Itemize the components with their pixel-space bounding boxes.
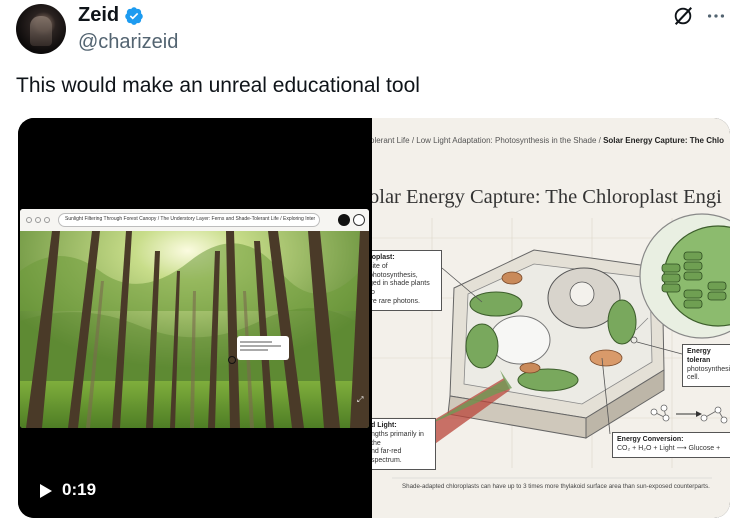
browser-toolbar: Sunlight Filtering Through Forest Canopy… xyxy=(20,209,369,231)
grok-slash-icon[interactable] xyxy=(672,5,694,27)
window-dot-icon xyxy=(44,217,50,223)
display-name[interactable]: Zeid xyxy=(78,4,119,27)
window-dot-icon xyxy=(26,217,32,223)
video-timestamp: 0:19 xyxy=(62,480,97,499)
label-heading: Energy Conversion: xyxy=(617,436,684,443)
label-heading: d Light: xyxy=(372,422,397,429)
label-line: nd far-red spectrum. xyxy=(372,448,402,464)
label-equation: CO₂ + H₂O + Light ⟶ Glucose + xyxy=(617,444,721,452)
image-caption: Shade-adapted chloroplasts can have up t… xyxy=(402,483,710,490)
label-line: photosynthesi xyxy=(687,365,730,373)
avatar-figure xyxy=(30,16,52,46)
video-browser-frame: Sunlight Filtering Through Forest Canopy… xyxy=(20,209,369,428)
label-line: ged in shade plants to xyxy=(372,280,430,296)
play-icon[interactable] xyxy=(40,484,52,498)
label-line: cell. xyxy=(687,374,700,382)
tweet-text: This would make an unreal educational to… xyxy=(16,74,420,97)
tooltip-line xyxy=(240,341,273,343)
forest-tooltip xyxy=(237,336,289,360)
tooltip-line xyxy=(240,345,282,347)
window-dot-icon xyxy=(35,217,41,223)
more-dots-icon[interactable] xyxy=(705,5,727,27)
expand-icon: ⤢ xyxy=(357,395,364,404)
browser-control-icon xyxy=(353,214,365,226)
label-line: site of photosynthesis, xyxy=(372,262,418,279)
forest-canopy-image xyxy=(20,231,369,428)
author-name-row: Zeid xyxy=(78,4,144,27)
verified-badge-icon xyxy=(125,6,143,25)
media-grid: Sunlight Filtering Through Forest Canopy… xyxy=(18,118,730,518)
video-player[interactable]: Sunlight Filtering Through Forest Canopy… xyxy=(18,118,370,518)
chloroplast-image[interactable]: olerant Life / Low Light Adaptation: Pho… xyxy=(372,118,730,518)
browser-control-icon xyxy=(338,214,350,226)
browser-url-bar: Sunlight Filtering Through Forest Canopy… xyxy=(58,213,320,227)
label-line: ngths primarily in the xyxy=(372,430,424,447)
browser-url-text: Sunlight Filtering Through Forest Canopy… xyxy=(65,216,315,222)
energy-tolerant-label: Energy toleran photosynthesi cell. xyxy=(682,344,730,387)
light-label: d Light: ngths primarily in the nd far-r… xyxy=(372,418,436,470)
energy-conversion-label: Energy Conversion: CO₂ + H₂O + Light ⟶ G… xyxy=(612,432,730,458)
hotspot-cursor-icon xyxy=(228,356,236,364)
avatar[interactable] xyxy=(16,4,66,54)
label-line: ire rare photons. xyxy=(372,297,420,305)
label-heading: roplast: xyxy=(372,254,395,261)
label-heading: Energy toleran xyxy=(687,348,711,364)
author-handle[interactable]: @charizeid xyxy=(78,31,178,54)
tooltip-line xyxy=(240,349,268,351)
chloroplast-label: roplast: site of photosynthesis, ged in … xyxy=(372,250,442,311)
